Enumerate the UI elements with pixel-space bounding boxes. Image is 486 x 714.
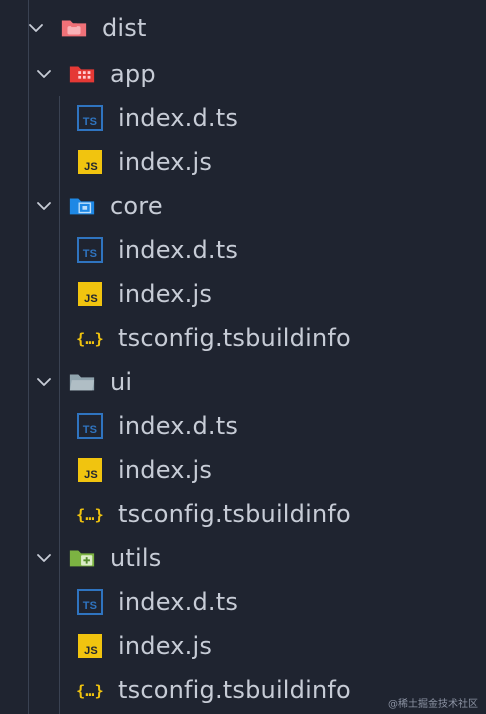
svg-text:JS: JS [84,293,98,305]
core-folder-icon [68,192,96,220]
file-label: index.d.ts [118,104,239,132]
tree-row-file[interactable]: TS index.d.ts [0,580,486,624]
javascript-file-icon: JS [76,280,104,308]
tree-row-file[interactable]: TS index.d.ts [0,96,486,140]
file-label: tsconfig.tsbuildinfo [118,324,351,352]
typescript-file-icon: TS [76,236,104,264]
file-label: index.js [118,456,213,484]
tree-row-file[interactable]: JS index.js [0,448,486,492]
svg-text:JS: JS [84,469,98,481]
typescript-file-icon: TS [76,588,104,616]
watermark: @稀土掘金技术社区 [388,699,478,710]
dist-folder-icon [60,14,88,42]
javascript-file-icon: JS [76,456,104,484]
json-file-icon: {…} [76,676,104,704]
file-label: index.js [118,148,213,176]
app-folder-icon [68,60,96,88]
file-explorer: dist app TS index.d.ts JS index.js core … [0,0,486,714]
file-label: tsconfig.tsbuildinfo [118,676,351,704]
tree-row-file[interactable]: {…} tsconfig.tsbuildinfo [0,316,486,360]
file-label: index.js [118,632,213,660]
tree-row-app[interactable]: app [0,52,486,96]
typescript-file-icon: TS [76,104,104,132]
folder-label-utils: utils [110,544,162,572]
ui-folder-icon [68,368,96,396]
tree-row-file[interactable]: JS index.js [0,272,486,316]
json-file-icon: {…} [76,500,104,528]
svg-text:{…}: {…} [76,330,104,348]
tree-row-file[interactable]: JS index.js [0,140,486,184]
chevron-down-icon[interactable] [32,370,56,394]
file-label: index.d.ts [118,236,239,264]
svg-text:TS: TS [83,116,97,128]
utils-folder-icon [68,544,96,572]
svg-text:TS: TS [83,600,97,612]
chevron-down-icon[interactable] [24,16,48,40]
svg-text:JS: JS [84,645,98,657]
folder-label-ui: ui [110,368,133,396]
file-label: tsconfig.tsbuildinfo [118,500,351,528]
svg-text:TS: TS [83,248,97,260]
javascript-file-icon: JS [76,148,104,176]
tree-row-file[interactable]: {…} tsconfig.tsbuildinfo [0,492,486,536]
svg-text:{…}: {…} [76,506,104,524]
chevron-down-icon[interactable] [32,194,56,218]
file-label: index.d.ts [118,588,239,616]
tree-row-ui[interactable]: ui [0,360,486,404]
file-label: index.d.ts [118,412,239,440]
tree-row-dist[interactable]: dist [0,6,486,50]
folder-label-app: app [110,60,156,88]
chevron-down-icon[interactable] [32,62,56,86]
svg-text:JS: JS [84,161,98,173]
chevron-down-icon[interactable] [32,546,56,570]
folder-label-core: core [110,192,163,220]
file-label: index.js [118,280,213,308]
javascript-file-icon: JS [76,632,104,660]
tree-row-file[interactable]: JS index.js [0,624,486,668]
tree-row-core[interactable]: core [0,184,486,228]
folder-label-dist: dist [102,14,147,42]
tree-row-file[interactable]: TS index.d.ts [0,404,486,448]
typescript-file-icon: TS [76,412,104,440]
json-file-icon: {…} [76,324,104,352]
svg-text:{…}: {…} [76,682,104,700]
tree-row-utils[interactable]: utils [0,536,486,580]
svg-text:TS: TS [83,424,97,436]
tree-row-file[interactable]: TS index.d.ts [0,228,486,272]
